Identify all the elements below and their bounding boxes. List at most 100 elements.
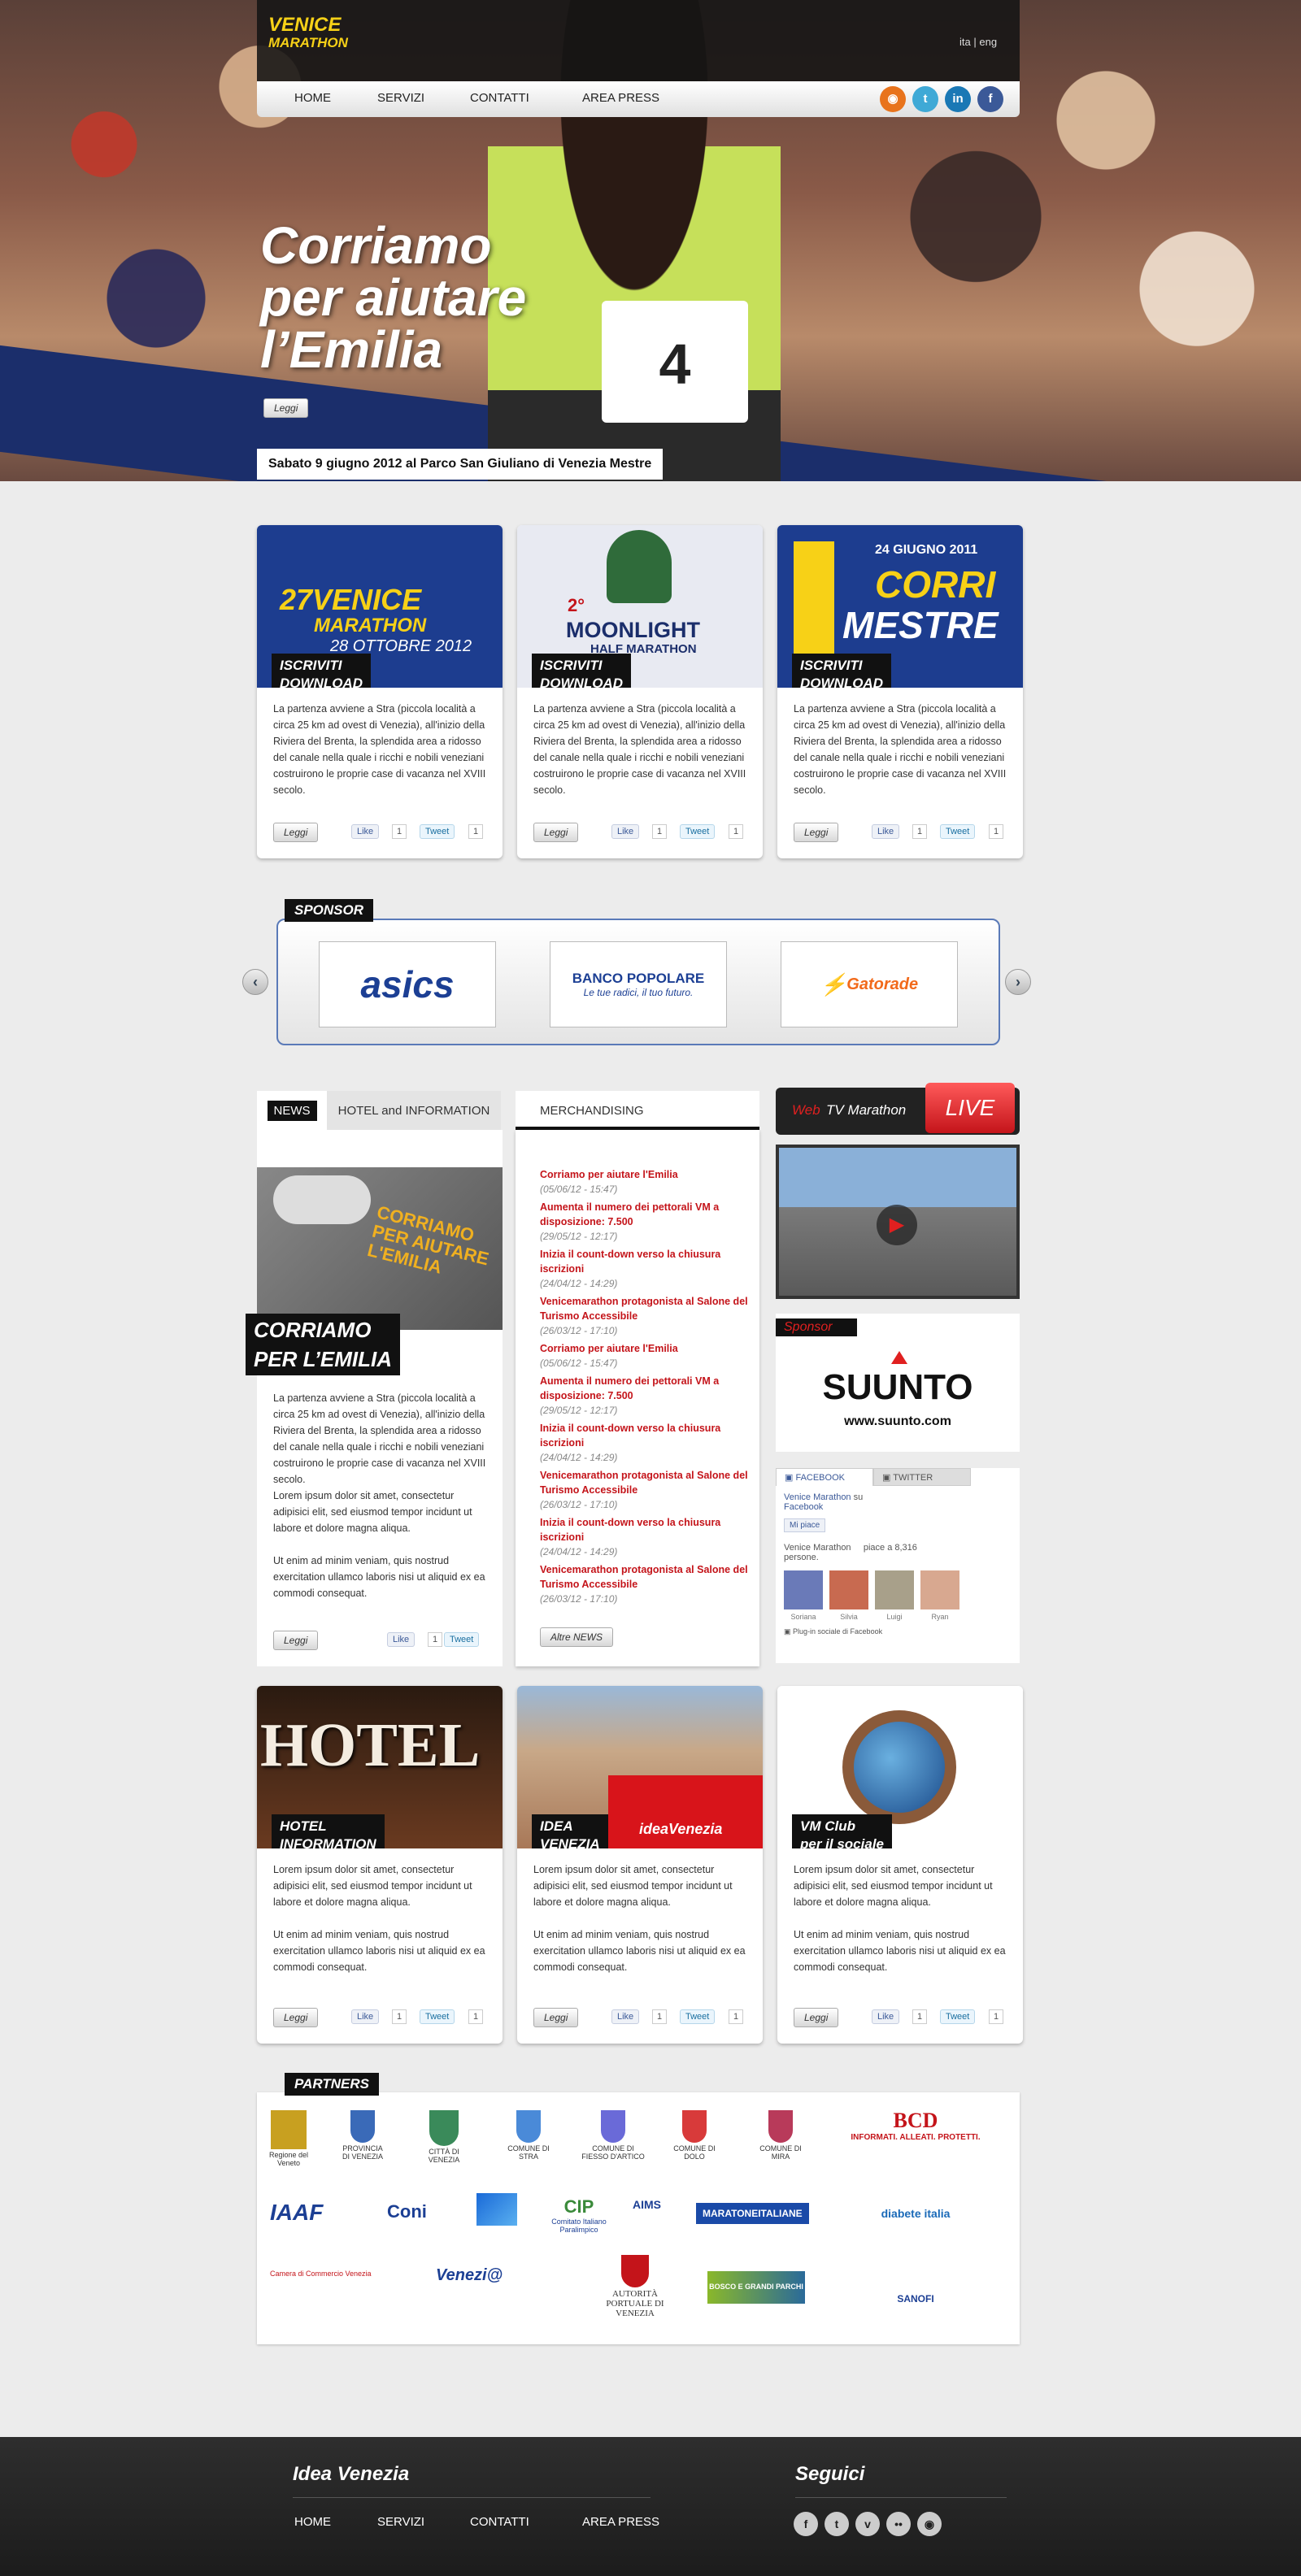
nav-home[interactable]: HOME: [294, 91, 331, 105]
news-item[interactable]: Venicemarathon protagonista al Salone de…: [540, 1562, 751, 1606]
fb-page-name[interactable]: Venice Marathon su Facebook: [784, 1492, 863, 1512]
read-button[interactable]: Leggi: [794, 2008, 839, 2027]
flickr-icon[interactable]: ••: [886, 2512, 911, 2536]
facebook-like-button[interactable]: Like: [351, 824, 380, 839]
tweet-button[interactable]: Tweet: [680, 2009, 716, 2024]
facebook-like-button[interactable]: Like: [611, 2009, 640, 2024]
tweet-button[interactable]: Tweet: [444, 1632, 480, 1647]
fb-plugin-note[interactable]: ▣ Plug-in sociale di Facebook: [784, 1627, 882, 1636]
event-card-tag[interactable]: ISCRIVITI DOWNLOAD: [532, 654, 631, 688]
live-badge[interactable]: LIVE: [925, 1083, 1015, 1133]
facebook-like-button[interactable]: Like: [872, 2009, 900, 2024]
event-card-image[interactable]: 24 GIUGNO 2011 CORRI MESTRE ISCRIVITI DOW…: [777, 525, 1023, 688]
news-item[interactable]: Inizia il count-down verso la chiusura i…: [540, 1421, 751, 1465]
partner-logo[interactable]: COMUNE DI STRA: [504, 2110, 553, 2161]
partner-logo-bosco[interactable]: BOSCO E GRANDI PARCHI: [707, 2271, 805, 2304]
info-card-image[interactable]: HOTEL HOTEL INFORMATION: [257, 1686, 503, 1848]
facebook-like-button[interactable]: Like: [611, 824, 640, 839]
site-logo[interactable]: VENICE MARATHON: [268, 15, 358, 73]
news-feature-title[interactable]: CORRIAMO PER L’EMILIA: [246, 1314, 400, 1375]
partner-logo-maratoneitaliane[interactable]: MARATONEITALIANE: [696, 2203, 809, 2224]
more-news-button[interactable]: Altre NEWS: [540, 1627, 614, 1647]
info-card-tag[interactable]: IDEA VENEZIA: [532, 1814, 608, 1848]
nav-contatti[interactable]: CONTATTI: [470, 91, 529, 105]
vimeo-icon[interactable]: v: [855, 2512, 880, 2536]
partner-logo[interactable]: PROVINCIA DI VENEZIA: [338, 2110, 387, 2161]
partner-logo-autorita-portuale[interactable]: AUTORITÀ PORTUALE DI VENEZIA: [598, 2255, 672, 2318]
footer-nav-area-press[interactable]: AREA PRESS: [582, 2515, 659, 2529]
news-item[interactable]: Inizia il count-down verso la chiusura i…: [540, 1515, 751, 1559]
sponsor-logo-banco-popolare[interactable]: BANCO POPOLARE Le tue radici, il tuo fut…: [550, 941, 727, 1027]
tweet-button[interactable]: Tweet: [420, 824, 455, 839]
partner-logo[interactable]: CITTÀ DI VENEZIA: [420, 2110, 468, 2164]
read-button[interactable]: Leggi: [794, 823, 839, 842]
tweet-button[interactable]: Tweet: [940, 824, 976, 839]
read-button[interactable]: Leggi: [273, 2008, 319, 2027]
partner-logo-generic[interactable]: [476, 2193, 517, 2226]
footer-nav-servizi[interactable]: SERVIZI: [377, 2515, 424, 2529]
info-card-tag[interactable]: HOTEL INFORMATION: [272, 1814, 385, 1848]
web-tv-header[interactable]: Web TV Marathon LIVE: [776, 1083, 1020, 1135]
tweet-button[interactable]: Tweet: [680, 824, 716, 839]
carousel-prev-icon[interactable]: ‹: [242, 969, 268, 995]
news-item[interactable]: Aumenta il numero dei pettorali VM a dis…: [540, 1374, 751, 1418]
fb-friend-avatar[interactable]: [784, 1570, 823, 1609]
facebook-like-button[interactable]: Like: [387, 1632, 416, 1647]
news-item[interactable]: Corriamo per aiutare l'Emilia (05/06/12 -…: [540, 1341, 751, 1371]
twitter-icon[interactable]: t: [825, 2512, 849, 2536]
partner-logo-camera-commercio[interactable]: Camera di Commercio Venezia: [270, 2270, 392, 2278]
event-card-tag[interactable]: ISCRIVITI DOWNLOAD: [272, 654, 371, 688]
web-tv-video[interactable]: ▶: [776, 1145, 1020, 1299]
nav-servizi[interactable]: SERVIZI: [377, 91, 424, 105]
facebook-icon[interactable]: f: [794, 2512, 818, 2536]
twitter-icon[interactable]: t: [912, 86, 938, 112]
lang-ita[interactable]: ita: [959, 36, 971, 48]
news-item[interactable]: Venicemarathon protagonista al Salone de…: [540, 1294, 751, 1338]
info-card-image[interactable]: VM Club per il sociale: [777, 1686, 1023, 1848]
footer-nav-home[interactable]: HOME: [294, 2515, 331, 2529]
info-card-image[interactable]: ideaVenezia IDEA VENEZIA: [517, 1686, 763, 1848]
sponsor-logo-asics[interactable]: asics: [319, 941, 496, 1027]
partner-logo-bcd[interactable]: BCD INFORMATI. ALLEATI. PROTETTI. diabet…: [818, 2109, 1013, 2328]
tab-hotel-information[interactable]: HOTEL and INFORMATION: [327, 1091, 501, 1130]
read-button[interactable]: Leggi: [273, 823, 319, 842]
news-item[interactable]: Venicemarathon protagonista al Salone de…: [540, 1468, 751, 1512]
event-card-image[interactable]: 2° MOONLIGHT HALF MARATHON ISCRIVITI DOWN…: [517, 525, 763, 688]
partner-logo-cip[interactable]: CIP Comitato Italiano Paralimpico: [546, 2196, 611, 2234]
news-item[interactable]: Aumenta il numero dei pettorali VM a dis…: [540, 1200, 751, 1244]
partner-logo-venezia-opportunita[interactable]: Venezi@: [436, 2266, 503, 2285]
partner-logo-aims[interactable]: AIMS: [633, 2198, 661, 2211]
partner-logo[interactable]: Regione del Veneto: [268, 2110, 309, 2167]
tweet-button[interactable]: Tweet: [420, 2009, 455, 2024]
tab-news[interactable]: NEWS: [257, 1091, 327, 1130]
info-card-tag[interactable]: VM Club per il sociale: [792, 1814, 892, 1848]
partner-logo-iaaf[interactable]: IAAF: [270, 2200, 323, 2226]
carousel-next-icon[interactable]: ›: [1005, 969, 1031, 995]
news-item[interactable]: Corriamo per aiutare l'Emilia (05/06/12 -…: [540, 1167, 751, 1197]
partner-logo[interactable]: COMUNE DI FIESSO D'ARTICO: [581, 2110, 646, 2161]
news-item[interactable]: Inizia il count-down verso la chiusura i…: [540, 1247, 751, 1291]
facebook-icon[interactable]: f: [977, 86, 1003, 112]
partner-logo[interactable]: COMUNE DI DOLO: [670, 2110, 719, 2161]
partner-logo-coni[interactable]: Coni: [387, 2201, 427, 2222]
read-button[interactable]: Leggi: [533, 2008, 579, 2027]
tweet-button[interactable]: Tweet: [940, 2009, 976, 2024]
nav-area-press[interactable]: AREA PRESS: [582, 91, 659, 105]
tab-facebook[interactable]: ▣ FACEBOOK: [776, 1468, 873, 1486]
lang-eng[interactable]: eng: [979, 36, 997, 48]
event-card-tag[interactable]: ISCRIVITI DOWNLOAD: [792, 654, 891, 688]
facebook-like-button[interactable]: Like: [872, 824, 900, 839]
rss-icon[interactable]: ◉: [880, 86, 906, 112]
footer-nav-contatti[interactable]: CONTATTI: [470, 2515, 529, 2529]
linkedin-icon[interactable]: in: [945, 86, 971, 112]
fb-friend-avatar[interactable]: [920, 1570, 959, 1609]
read-button[interactable]: Leggi: [273, 1631, 319, 1650]
partner-logo[interactable]: COMUNE DI MIRA: [756, 2110, 805, 2161]
side-sponsor[interactable]: Sponsor SUUNTO www.suunto.com: [776, 1314, 1020, 1452]
news-feature-image[interactable]: CORRIAMO PER AIUTARE L'EMILIA: [257, 1167, 503, 1330]
tab-merchandising[interactable]: MERCHANDISING: [516, 1091, 759, 1130]
hero-read-button[interactable]: Leggi: [263, 398, 309, 418]
read-button[interactable]: Leggi: [533, 823, 579, 842]
fb-friend-avatar[interactable]: [829, 1570, 868, 1609]
fb-like-page-button[interactable]: Mi piace: [784, 1518, 826, 1532]
